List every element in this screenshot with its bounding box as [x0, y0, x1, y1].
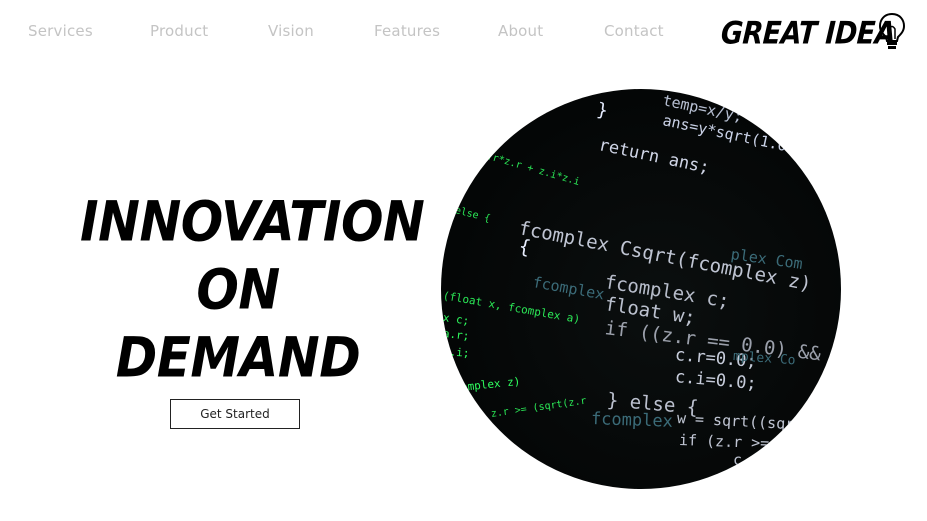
nav-features[interactable]: Features	[374, 22, 440, 40]
hero-title-line-2: ON	[196, 258, 280, 322]
get-started-button[interactable]: Get Started	[170, 399, 300, 429]
main-nav: Services Product Vision Features About C…	[0, 0, 700, 64]
code-line: x c;	[442, 311, 471, 328]
nav-product[interactable]: Product	[150, 22, 208, 40]
lightbulb-icon	[878, 12, 906, 49]
code-line: c.i;	[442, 345, 470, 360]
code-line: c.r = z.r*	[733, 451, 824, 469]
nav-services[interactable]: Services	[28, 22, 93, 40]
code-line: z.r*z.r + z.i*z.i	[479, 149, 581, 189]
logo-text: GREAT IDEA	[719, 16, 897, 52]
code-line: fcomplex	[531, 273, 606, 304]
code-line: z.r >= (sqrt(z.r	[490, 395, 588, 420]
hero-title: INNOVATION ON DEMAND	[80, 188, 425, 392]
code-line: omplex z)	[460, 374, 521, 394]
hero-title-line-3: DEMAND	[115, 326, 361, 390]
code-line: a.r;	[442, 327, 471, 343]
hero-title-line-1: INNOVATION	[80, 190, 425, 254]
nav-contact[interactable]: Contact	[604, 22, 664, 40]
code-line: return ans;	[596, 135, 712, 179]
code-line: fcomplex	[590, 409, 674, 432]
nav-vision[interactable]: Vision	[268, 22, 314, 40]
code-line: }	[595, 99, 610, 122]
code-image: temp=x/y;} ans=y*sqrt(1.0+temp* return ans…	[441, 89, 841, 489]
nav-about[interactable]: About	[498, 22, 543, 40]
code-line: else {	[453, 205, 492, 225]
brand-logo[interactable]: GREAT IDEA	[719, 12, 912, 52]
